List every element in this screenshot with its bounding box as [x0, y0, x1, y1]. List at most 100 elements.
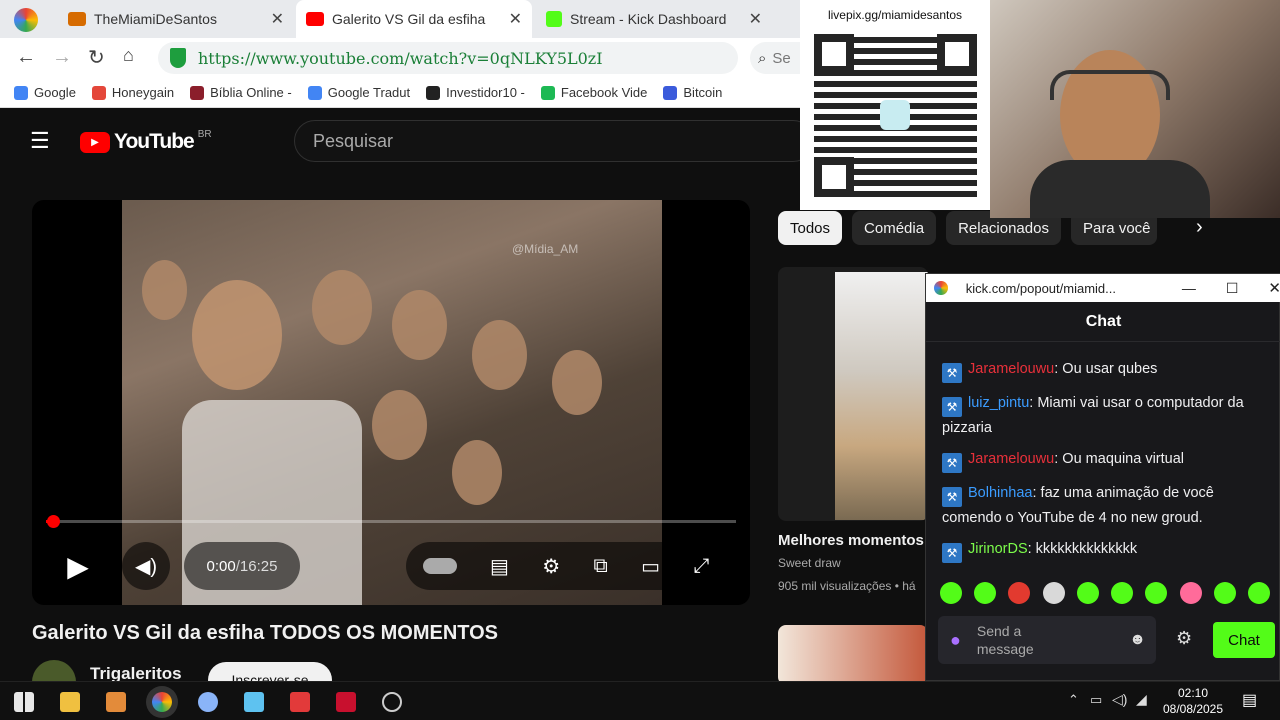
user-badge-icon: ⚒	[942, 397, 962, 417]
chat-username[interactable]: Jaramelouwu	[968, 451, 1054, 467]
file-explorer-icon[interactable]	[60, 692, 80, 712]
chat-username[interactable]: Jaramelouwu	[968, 361, 1054, 377]
youtube-logo[interactable]: ▶ YouTube BR	[80, 128, 212, 154]
emote-icon[interactable]	[1042, 582, 1065, 604]
microphone-icon[interactable]: ●	[950, 630, 961, 651]
browser-logo-icon	[934, 281, 948, 295]
autoplay-toggle[interactable]	[422, 558, 457, 574]
time-display: 0:00 / 16:25	[184, 542, 300, 590]
tab-kick-dashboard[interactable]: Stream - Kick Dashboard ✕	[536, 0, 772, 38]
tab-themiamidesantos[interactable]: TheMiamiDeSantos ✕	[58, 0, 294, 38]
clock[interactable]: 02:10 08/08/2025	[1158, 685, 1228, 717]
bookmark-bitcoin[interactable]: Bitcoin	[663, 85, 722, 100]
play-button[interactable]: ▶	[54, 542, 102, 590]
recommended-thumbnail-2[interactable]	[778, 625, 928, 685]
forward-icon[interactable]: →	[52, 46, 72, 69]
recommended-channel[interactable]: Sweet draw	[778, 556, 841, 570]
obs-icon[interactable]	[382, 692, 402, 712]
flash-icon[interactable]	[336, 692, 356, 712]
volume-icon: ◀)	[134, 555, 158, 578]
chevron-right-icon[interactable]: ›	[1196, 216, 1203, 239]
back-icon[interactable]: ←	[16, 46, 36, 69]
bookmark-google-tradutor[interactable]: Google Tradut	[307, 85, 411, 100]
notification-icon[interactable]: ▤	[1242, 690, 1257, 710]
chat-send-button[interactable]: Chat	[1213, 622, 1275, 658]
youtube-search-input[interactable]: Pesquisar	[294, 120, 814, 162]
bookmark-facebook[interactable]: Facebook Vide	[540, 85, 648, 100]
url-text: https://www.youtube.com/watch?v=0qNLKY5L…	[198, 48, 603, 68]
clock-time: 02:10	[1177, 686, 1209, 700]
close-tab-icon[interactable]: ✕	[271, 9, 284, 29]
minimize-icon[interactable]: —	[1182, 280, 1196, 296]
volume-button[interactable]: ◀)	[122, 542, 170, 590]
tray-chevron-icon[interactable]: ⌃	[1068, 692, 1079, 708]
emote-icon[interactable]	[1213, 582, 1236, 604]
recommended-thumbnail[interactable]	[778, 267, 928, 521]
livepix-url: livepix.gg/miamidesantos	[827, 8, 963, 22]
close-icon[interactable]: ✕	[1268, 279, 1280, 297]
recommended-title[interactable]: Melhores momentos	[778, 532, 924, 549]
bookmark-biblia[interactable]: Bíblia Online -	[190, 85, 292, 100]
browser-search-box[interactable]: ⌕ Se	[750, 42, 800, 74]
chat-input[interactable]: ● Send a message ☻	[938, 616, 1156, 664]
emote-icon[interactable]	[1008, 582, 1031, 604]
subtitles-icon[interactable]: ▤	[490, 554, 509, 579]
fullscreen-icon[interactable]: ⤢	[693, 555, 709, 578]
play-icon: ▶	[67, 550, 89, 582]
settings-icon[interactable]: ⚙	[542, 554, 560, 579]
emote-icon[interactable]	[1179, 582, 1202, 604]
calculator-icon[interactable]	[290, 692, 310, 712]
youtube-wordmark: YouTube	[114, 130, 195, 153]
tab-galerito[interactable]: Galerito VS Gil da esfiha ✕	[296, 0, 532, 38]
windows-start-icon[interactable]	[14, 692, 34, 712]
bookmark-investidor10[interactable]: Investidor10 -	[426, 85, 525, 100]
emote-icon[interactable]	[1247, 582, 1270, 604]
volume-tray-icon[interactable]: ◁)	[1112, 691, 1127, 708]
bookmark-label: Facebook Vide	[560, 85, 648, 100]
close-tab-icon[interactable]: ✕	[749, 9, 762, 29]
bookmark-label: Google Tradut	[327, 85, 411, 100]
region-code: BR	[197, 128, 212, 140]
chat-message: ⚒ Jaramelouwu: Ou usar qubes	[942, 358, 1267, 383]
emoji-icon[interactable]: ☻	[1129, 631, 1146, 649]
search-placeholder: Pesquisar	[313, 130, 394, 151]
network-icon[interactable]: ▭	[1090, 692, 1102, 708]
bookmark-honeygain[interactable]: Honeygain	[91, 85, 174, 100]
bible-icon	[190, 85, 205, 100]
emote-icon[interactable]	[1076, 582, 1099, 604]
emote-icon[interactable]	[1111, 582, 1134, 604]
close-tab-icon[interactable]: ✕	[509, 9, 522, 29]
video-watermark: @Mídia_AM	[512, 242, 579, 256]
user-badge-icon: ⚒	[942, 453, 962, 473]
home-icon[interactable]: ⌂	[123, 45, 134, 66]
app-icon[interactable]	[244, 692, 264, 712]
reload-icon[interactable]: ↻	[88, 45, 105, 70]
chat-text: : Ou maquina virtual	[1054, 451, 1185, 467]
progress-bar[interactable]	[46, 515, 736, 528]
app-icon[interactable]	[198, 692, 218, 712]
video-title: Galerito VS Gil da esfiha TODOS OS MOMEN…	[32, 622, 499, 644]
chat-settings-icon[interactable]: ⚙	[1176, 628, 1192, 649]
media-player-icon[interactable]	[106, 692, 126, 712]
chip-comedia[interactable]: Comédia	[852, 211, 937, 245]
time-current: 0:00	[206, 557, 236, 575]
maximize-icon[interactable]: ☐	[1226, 280, 1239, 297]
user-badge-icon: ⚒	[942, 487, 962, 507]
chat-username[interactable]: JirinorDS	[968, 541, 1028, 557]
theater-mode-icon[interactable]: ▭	[641, 554, 660, 579]
emote-icon[interactable]	[974, 582, 997, 604]
address-bar[interactable]: https://www.youtube.com/watch?v=0qNLKY5L…	[158, 42, 808, 74]
chat-username[interactable]: luiz_pintu	[968, 395, 1029, 411]
wifi-icon[interactable]: ◢	[1136, 691, 1147, 708]
bookmark-google[interactable]: Google	[14, 85, 76, 100]
miniplayer-icon[interactable]: ⧉	[593, 555, 607, 578]
video-player[interactable]: @Mídia_AM ▶ ◀) 0:00 / 16:25 ▤ ⚙ ⧉ ▭ ⤢	[32, 200, 750, 605]
chat-username[interactable]: Bolhinhaa	[968, 485, 1033, 501]
browser-taskbar-icon[interactable]	[152, 692, 172, 712]
windows-taskbar: ⌃ ▭ ◁) ◢ 02:10 08/08/2025 ▤	[0, 681, 1280, 720]
emote-icon[interactable]	[940, 582, 962, 604]
emote-icon[interactable]	[1145, 582, 1168, 604]
progress-scrubber[interactable]	[46, 515, 60, 528]
chip-todos[interactable]: Todos	[778, 211, 843, 245]
menu-icon[interactable]: ☰	[30, 128, 50, 154]
